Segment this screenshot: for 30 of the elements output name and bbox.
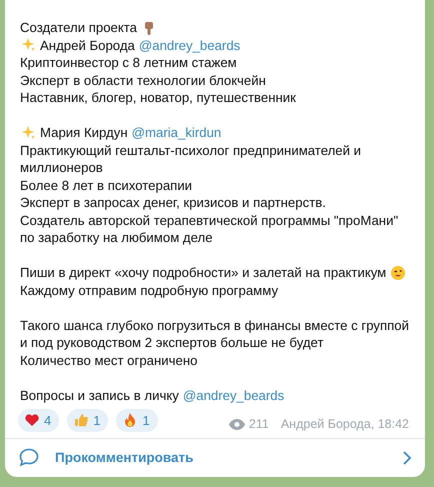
text-line: Каждому отправим подробную программу bbox=[20, 282, 278, 299]
comment-button[interactable]: Прокомментировать bbox=[55, 448, 387, 468]
text-line: Мария Кирдун bbox=[40, 124, 128, 142]
text-line: Криптоинвестор с 8 летним стажем bbox=[20, 54, 237, 72]
reaction-button[interactable]: 1 bbox=[116, 408, 158, 432]
text-line: Эксперт в запросах денег, кризисов и партнерств. bbox=[20, 194, 326, 212]
text-line: Количество мест ограничено bbox=[20, 352, 198, 369]
text-line: Наставник, блогер, новатор, путешественник bbox=[20, 89, 296, 106]
text-line: и под руководством 2 экспертов больше не будет bbox=[20, 334, 324, 352]
eye-icon bbox=[228, 418, 245, 430]
mention-link[interactable]: @maria_kirdun bbox=[132, 124, 222, 142]
text-line: Эксперт в области технологии блокчейн bbox=[20, 72, 266, 89]
view-count: 211 bbox=[248, 416, 269, 433]
reaction-button[interactable]: 1 bbox=[67, 408, 108, 432]
mention-link[interactable]: @andrey_beards bbox=[138, 36, 240, 54]
mention-link[interactable]: @andrey_beards bbox=[182, 386, 284, 404]
text-line: Андрей Борода bbox=[40, 36, 135, 54]
text-line: Создатель авторской терапевтической программы "проМани" bbox=[20, 212, 398, 229]
text-line: по заработку на любимом деле bbox=[20, 229, 213, 246]
comment-bubble-icon bbox=[19, 448, 39, 468]
text-line: Вопросы и запись в личку bbox=[20, 386, 179, 404]
post-signature: Андрей Борода, 18:42 bbox=[280, 416, 409, 433]
text-line: Более 8 лет в психотерапии bbox=[20, 176, 192, 194]
text-line: Пиши в директ «хочу подробности» и залетай на практикум bbox=[20, 264, 386, 282]
text-line: Практикующий гештальт-психолог предпринимателей и bbox=[20, 142, 362, 159]
chevron-right-icon[interactable] bbox=[403, 450, 411, 465]
text-line: Такого шанса глубоко погрузиться в финансы вместе с группой bbox=[20, 316, 409, 334]
text-line: Создатели проекта bbox=[20, 19, 138, 36]
reaction-button[interactable]: 4 bbox=[18, 408, 60, 432]
text-line: миллионеров bbox=[20, 159, 103, 176]
